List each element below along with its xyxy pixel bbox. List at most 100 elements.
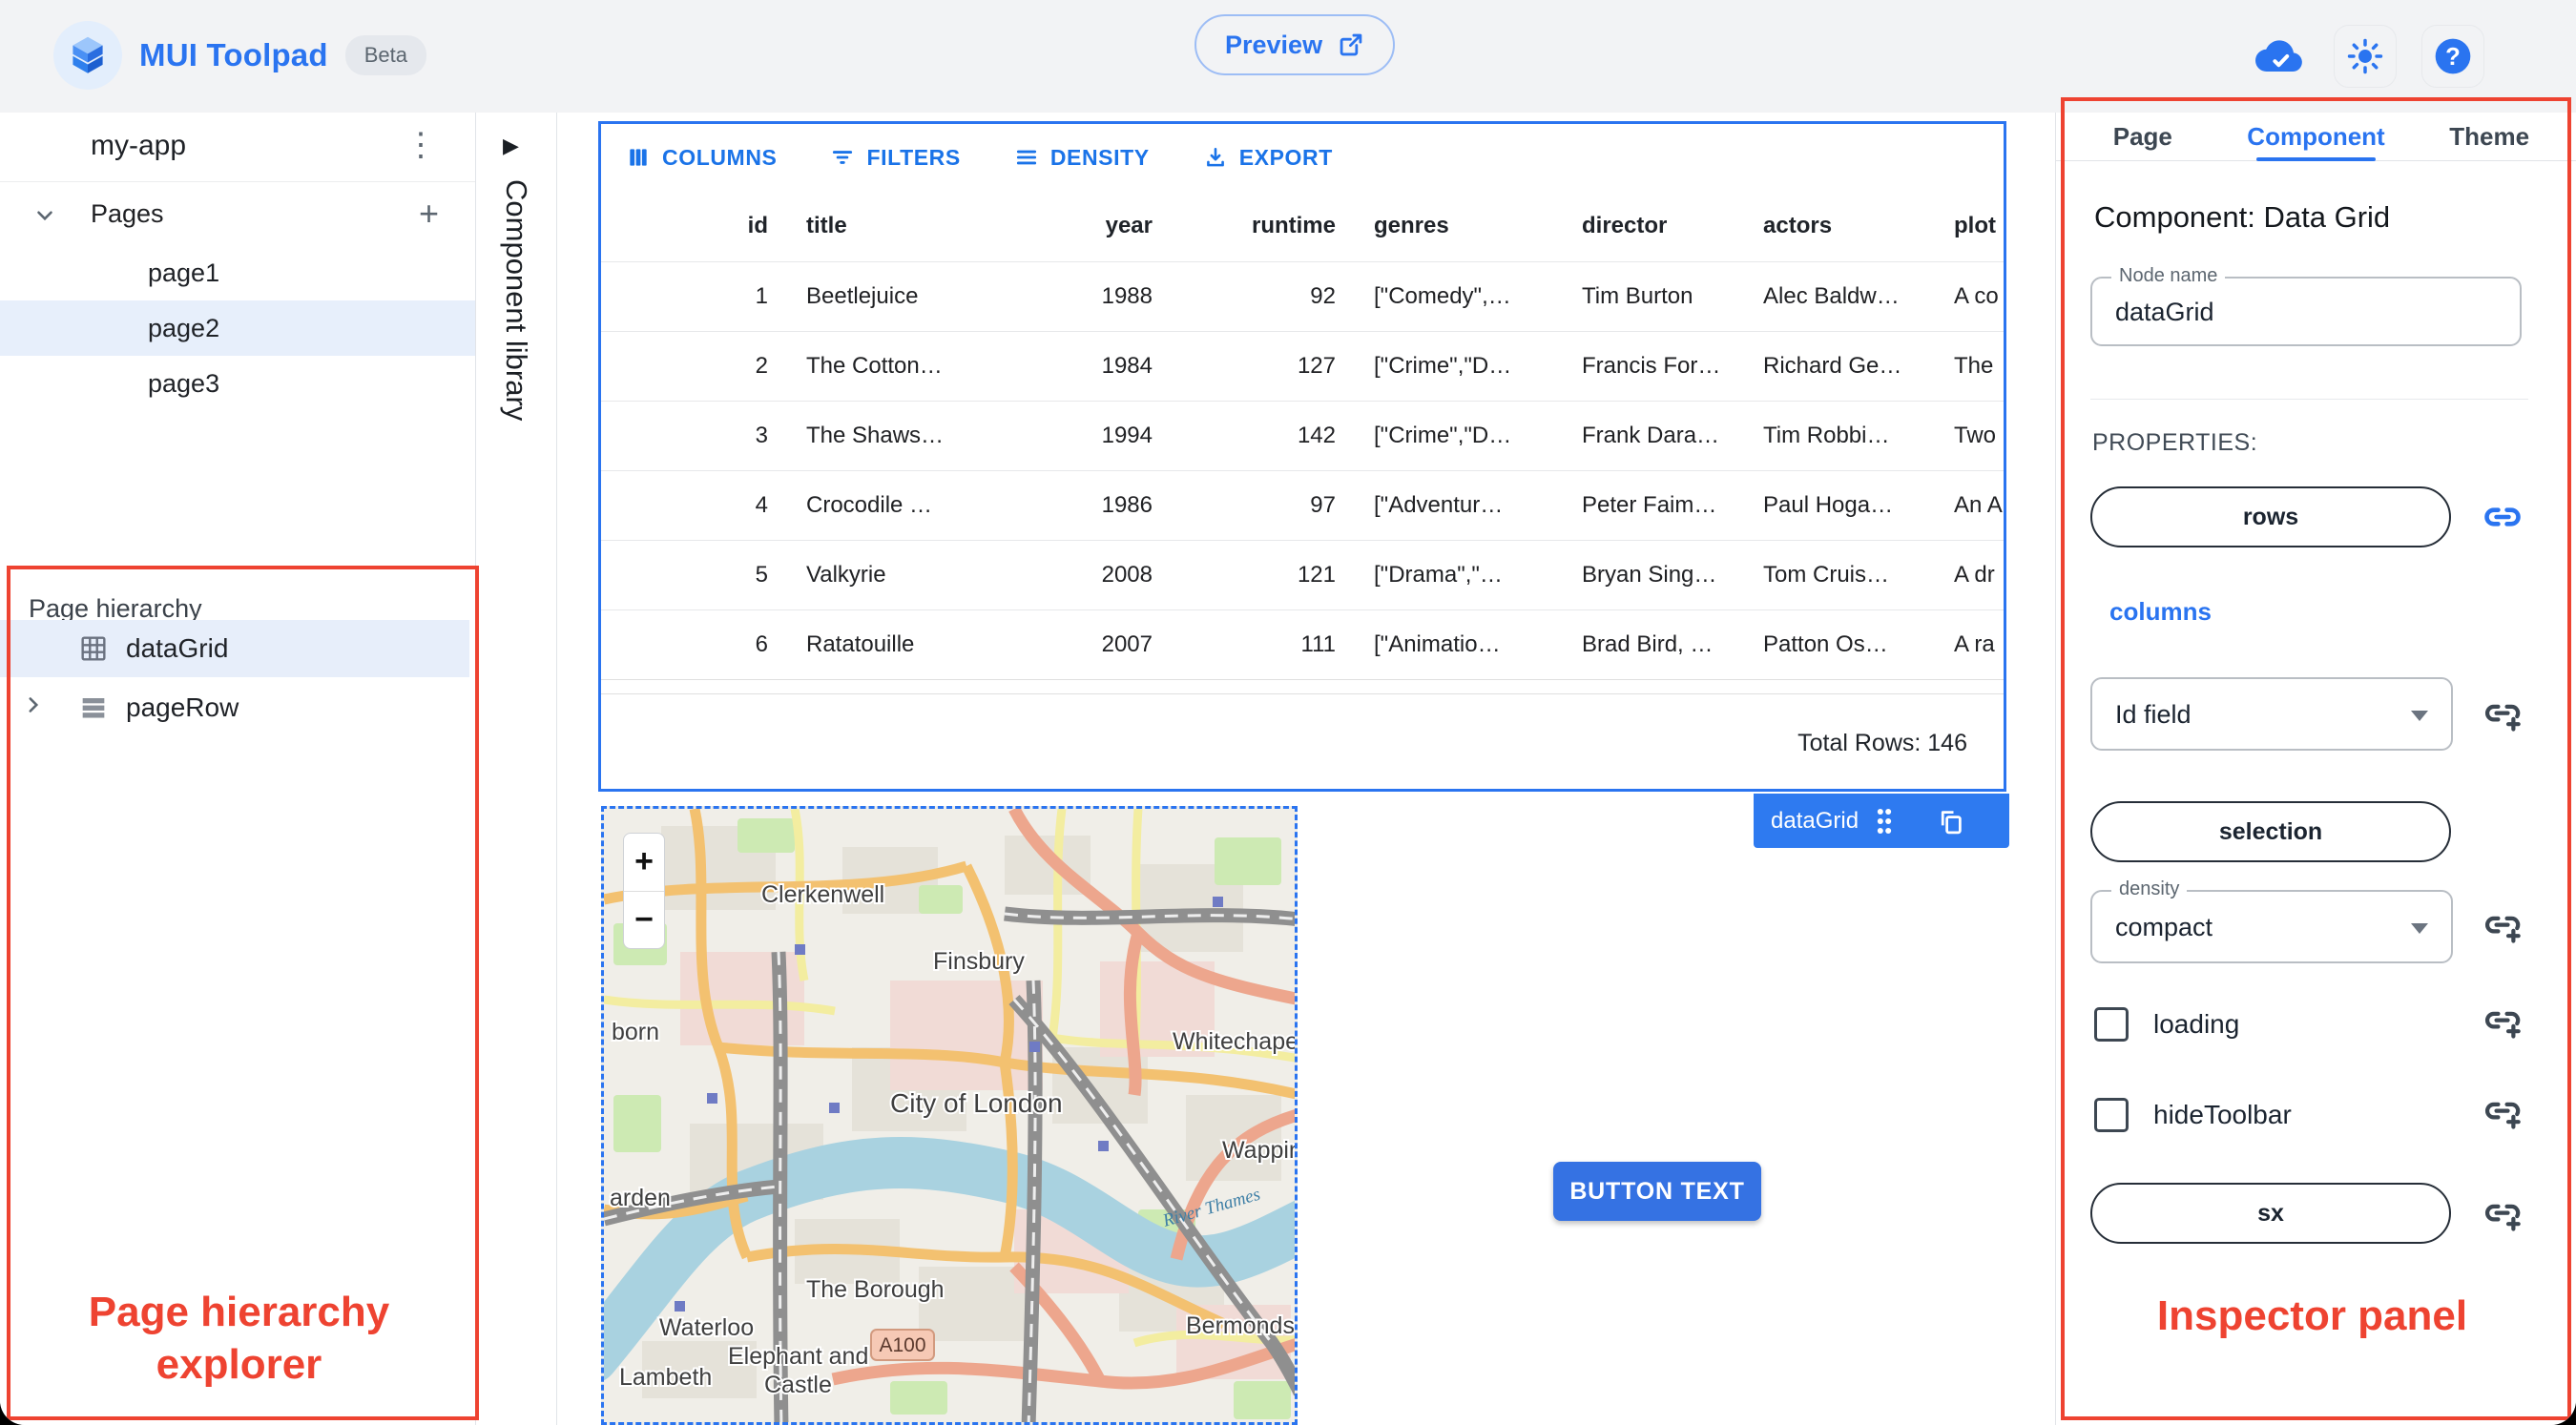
datagrid-rows: 1 Beetlejuice 1988 92 ["Comedy",… Tim Bu… xyxy=(601,261,2004,680)
map-tiles: A100 Clerkenwell Finsbury Whitechapel Ci… xyxy=(604,809,1298,1422)
component-library-panel[interactable]: ▶ Component library xyxy=(476,113,557,1425)
density-select[interactable]: density compact xyxy=(2090,878,2453,963)
loading-checkbox[interactable] xyxy=(2094,1007,2129,1042)
add-binding-icon[interactable] xyxy=(2482,904,2524,946)
selection-overlay-chip[interactable]: dataGrid xyxy=(1754,794,2027,848)
theme-toggle-button[interactable] xyxy=(2334,25,2397,88)
cell-plot: An A xyxy=(1954,492,2003,518)
id-field-select[interactable]: Id field xyxy=(2090,677,2453,751)
chevron-down-icon[interactable] xyxy=(32,203,57,228)
cell-id: 2 xyxy=(755,353,768,379)
datagrid-header-row: id title year runtime genres director ac… xyxy=(601,191,2004,261)
table-row[interactable]: 6 Ratatouille 2007 111 ["Animatio… Brad … xyxy=(601,609,2004,679)
grid-icon xyxy=(78,633,109,664)
column-header[interactable]: director xyxy=(1563,213,1744,239)
density-button[interactable]: DENSITY xyxy=(1008,144,1155,172)
filter-list-icon xyxy=(833,151,853,164)
preview-button-label: Preview xyxy=(1225,30,1323,59)
svg-text:Lambeth: Lambeth xyxy=(619,1364,712,1391)
app-name: my-app xyxy=(91,130,187,161)
columns-property-link[interactable]: columns xyxy=(2109,597,2212,627)
cell-director: Brad Bird, … xyxy=(1582,631,1714,657)
export-button[interactable]: EXPORT xyxy=(1197,144,1339,172)
hierarchy-item-datagrid[interactable]: dataGrid xyxy=(0,620,469,677)
column-header[interactable]: year xyxy=(1078,213,1172,239)
component-heading: Component: Data Grid xyxy=(2094,200,2391,234)
sidebar-item-page3[interactable]: page3 xyxy=(0,356,475,411)
link-icon[interactable] xyxy=(2482,496,2524,538)
add-binding-icon[interactable] xyxy=(2482,692,2524,734)
svg-text:A100: A100 xyxy=(879,1334,925,1356)
cell-runtime: 127 xyxy=(1297,353,1336,379)
cell-runtime: 111 xyxy=(1300,631,1336,657)
cell-genres: ["Crime","D… xyxy=(1374,353,1512,379)
column-header[interactable]: runtime xyxy=(1172,213,1355,239)
datagrid-component[interactable]: COLUMNS FILTERS DENSITY EXPORT id title … xyxy=(598,121,2006,792)
cell-actors: Paul Hoga… xyxy=(1763,492,1894,518)
add-binding-icon[interactable] xyxy=(2482,1090,2524,1132)
app-sidebar: my-app ⋮ Pages + page1 page2 page3 Page … xyxy=(0,113,476,1425)
table-row[interactable]: 4 Crocodile … 1986 97 ["Adventur… Peter … xyxy=(601,470,2004,540)
page-canvas: COLUMNS FILTERS DENSITY EXPORT id title … xyxy=(557,113,2055,1425)
tab-component[interactable]: Component xyxy=(2230,113,2403,161)
expand-arrow-icon[interactable]: ▶ xyxy=(503,134,519,158)
chevron-right-icon[interactable] xyxy=(21,692,46,717)
app-menu-button[interactable]: ⋮ xyxy=(405,126,437,164)
filters-button[interactable]: FILTERS xyxy=(824,144,966,172)
table-row[interactable]: 5 Valkyrie 2008 121 ["Drama","… Bryan Si… xyxy=(601,540,2004,609)
tab-theme[interactable]: Theme xyxy=(2402,113,2576,160)
add-binding-icon[interactable] xyxy=(2482,1192,2524,1234)
node-name-label: Node name xyxy=(2111,265,2226,287)
column-header[interactable]: actors xyxy=(1744,213,1925,239)
canvas-button-component[interactable]: BUTTON TEXT xyxy=(1553,1162,1761,1221)
sidebar-item-page2[interactable]: page2 xyxy=(0,300,475,356)
node-name-value[interactable]: dataGrid xyxy=(2092,279,2520,344)
column-header[interactable]: id xyxy=(601,213,787,239)
selection-property-button[interactable]: selection xyxy=(2090,801,2451,862)
svg-text:Castle: Castle xyxy=(764,1372,832,1398)
pages-header[interactable]: Pages + xyxy=(0,186,475,245)
map-zoom-control: + − xyxy=(623,833,665,949)
svg-text:Bermondsey: Bermondsey xyxy=(1186,1312,1298,1339)
cell-plot: The xyxy=(1954,353,1994,379)
zoom-in-button[interactable]: + xyxy=(624,834,664,892)
app-title: MUI Toolpad xyxy=(139,37,328,72)
cell-year: 2007 xyxy=(1101,631,1153,657)
columns-button[interactable]: COLUMNS xyxy=(620,144,782,172)
cell-year: 1984 xyxy=(1101,353,1153,379)
column-header[interactable]: plot xyxy=(1925,213,2004,239)
node-name-field[interactable]: Node name dataGrid xyxy=(2090,265,2522,346)
table-row[interactable]: 1 Beetlejuice 1988 92 ["Comedy",… Tim Bu… xyxy=(601,261,2004,331)
preview-button[interactable]: Preview xyxy=(1195,14,1396,75)
tab-page[interactable]: Page xyxy=(2056,113,2230,160)
zoom-out-button[interactable]: − xyxy=(624,892,664,949)
cell-title: Beetlejuice xyxy=(806,283,919,309)
sx-property-button[interactable]: sx xyxy=(2090,1183,2451,1244)
add-page-button[interactable]: + xyxy=(419,194,439,234)
svg-text:arden: arden xyxy=(610,1185,671,1211)
add-binding-icon[interactable] xyxy=(2482,1000,2524,1042)
rows-property-button[interactable]: rows xyxy=(2090,486,2451,547)
svg-text:Wapping: Wapping xyxy=(1222,1137,1298,1164)
hidetoolbar-checkbox[interactable] xyxy=(2094,1098,2129,1132)
light-mode-icon xyxy=(2347,38,2383,74)
help-button[interactable]: ? xyxy=(2421,25,2484,88)
delete-icon[interactable] xyxy=(2005,807,2032,836)
hidetoolbar-checkbox-row: hideToolbar xyxy=(2094,1098,2292,1132)
density-label: density xyxy=(2111,878,2188,900)
sidebar-item-page1[interactable]: page1 xyxy=(0,245,475,300)
table-row[interactable]: 2 The Cotton… 1984 127 ["Crime","D… Fran… xyxy=(601,331,2004,401)
hidetoolbar-label: hideToolbar xyxy=(2153,1100,2292,1129)
svg-text:City of London: City of London xyxy=(890,1088,1063,1118)
hierarchy-item-label: dataGrid xyxy=(126,633,229,663)
column-header[interactable]: genres xyxy=(1355,213,1563,239)
column-header[interactable]: title xyxy=(787,213,1078,239)
cell-actors: Patton Os… xyxy=(1763,631,1888,657)
table-row[interactable]: 3 The Shaws… 1994 142 ["Crime","D… Frank… xyxy=(601,401,2004,470)
duplicate-icon[interactable] xyxy=(1937,807,1965,836)
hierarchy-item-pagerow[interactable]: pageRow xyxy=(0,679,469,736)
svg-text:The Borough: The Borough xyxy=(806,1276,945,1303)
cell-actors: Richard Ge… xyxy=(1763,353,1902,379)
drag-indicator-icon[interactable] xyxy=(1874,807,1895,836)
map-component[interactable]: + − A100 Clerkenwell Finsbury Whitechape… xyxy=(601,806,1298,1425)
